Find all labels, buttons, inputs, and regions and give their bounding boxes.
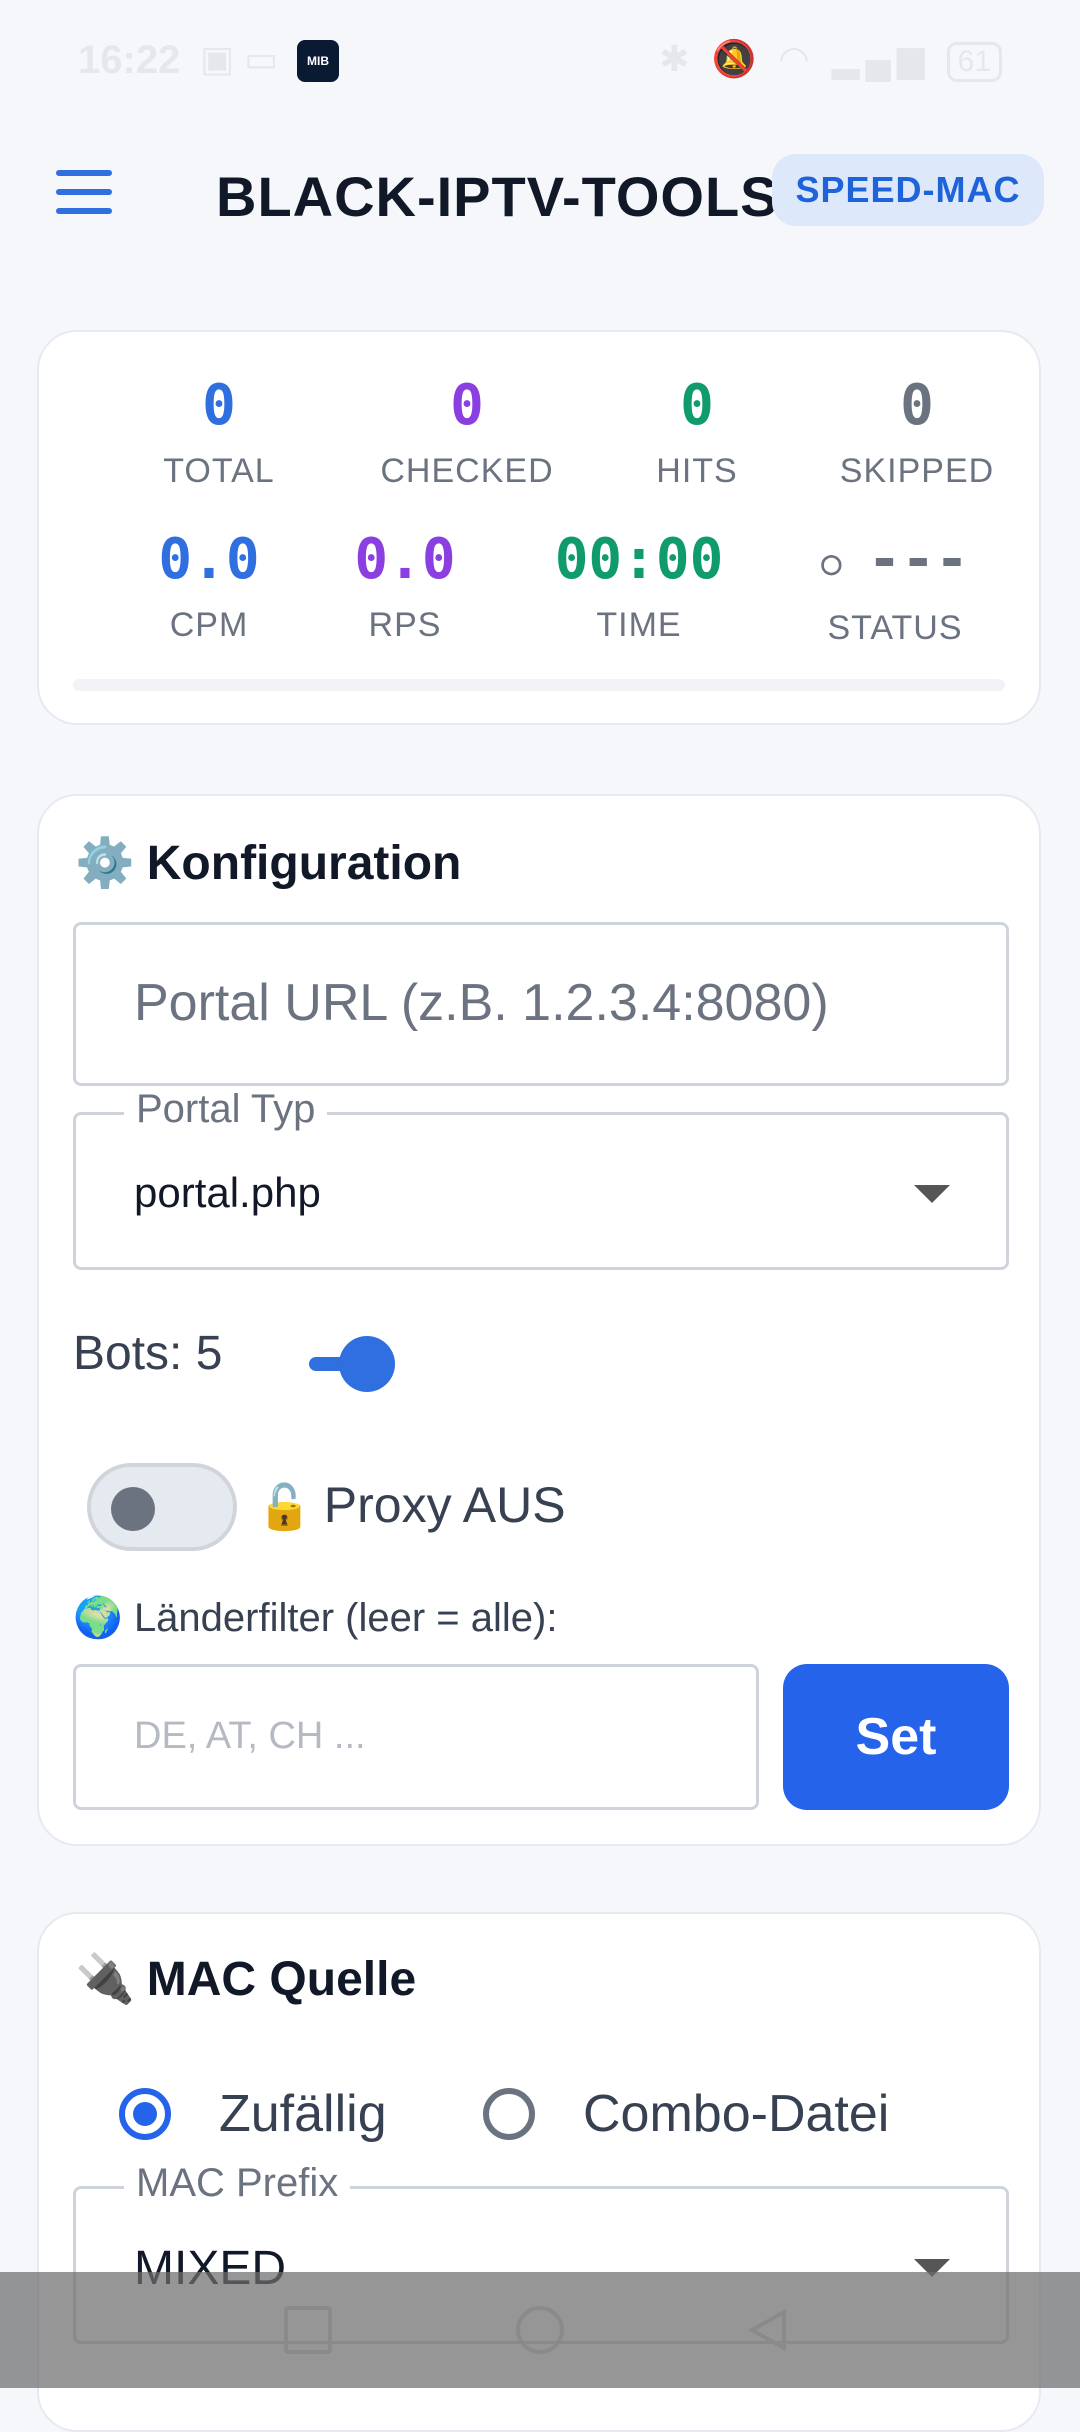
stat-time-label: TIME (596, 606, 682, 644)
stat-time: 00:00 TIME (529, 528, 749, 645)
chevron-down-icon (914, 1185, 950, 1203)
radio-random-label: Zufällig (219, 2085, 387, 2143)
stat-status: ○ --- STATUS (765, 528, 1025, 648)
status-bar: 16:22 ▣ ▭ MIB ✱ 🔕 ◠ ▂▄▆ 61 (0, 0, 1080, 120)
portal-type-label: Portal Typ (124, 1087, 328, 1132)
status-indicator-icon: ○ (821, 542, 842, 583)
gear-icon: ⚙️ (75, 837, 135, 890)
bluetooth-icon: ✱ (659, 38, 696, 79)
globe-icon: 🌍 (73, 1596, 123, 1640)
app-icon: MIB (297, 40, 339, 82)
portal-url-input[interactable]: Portal URL (z.B. 1.2.3.4:8080) (73, 922, 1009, 1086)
config-title-text: Konfiguration (146, 837, 462, 890)
stat-rps-label: RPS (368, 606, 442, 644)
toggle-knob (111, 1487, 155, 1531)
stat-total-label: TOTAL (163, 452, 275, 490)
stat-time-value: 00:00 (554, 527, 724, 592)
status-icons: ✱ 🔕 ◠ ▂▄▆ 61 (659, 38, 1002, 82)
mute-icon: 🔕 (711, 38, 763, 79)
progress-bar (73, 679, 1005, 691)
menu-icon[interactable] (56, 170, 112, 218)
system-nav-bar (0, 2272, 1080, 2388)
stat-skipped-label: SKIPPED (839, 452, 995, 490)
stat-rps: 0.0 RPS (295, 528, 515, 645)
stat-cpm-label: CPM (169, 606, 249, 644)
nfc-icon: ▣ ▭ (200, 38, 279, 79)
radio-combo-circle[interactable] (483, 2088, 535, 2140)
bots-slider[interactable] (309, 1336, 397, 1392)
stats-card: 0 TOTAL 0 CHECKED 0 HITS 0 SKIPPED 0.0 C… (37, 330, 1041, 725)
stat-total: 0 TOTAL (109, 374, 329, 491)
stat-status-value: ○ --- (765, 528, 1025, 595)
proxy-label: 🔓 Proxy AUS (257, 1476, 566, 1534)
stat-skipped: 0 SKIPPED (807, 374, 1027, 491)
battery-icon: 61 (946, 42, 1002, 82)
signal-icon: ▂▄▆ (831, 38, 931, 79)
bots-label: Bots: 5 (73, 1327, 223, 1380)
country-filter-placeholder: DE, AT, CH ... (134, 1715, 366, 1757)
portal-url-placeholder: Portal URL (z.B. 1.2.3.4:8080) (134, 974, 829, 1032)
portal-type-value: portal.php (134, 1169, 321, 1216)
stat-status-label: STATUS (827, 608, 963, 647)
app-bar: BLACK-IPTV-TOOLS SPEED-MAC (0, 140, 1080, 260)
slider-thumb[interactable] (339, 1336, 395, 1392)
radio-random-circle[interactable] (119, 2088, 171, 2140)
stat-skipped-value: 0 (900, 373, 934, 438)
stat-checked: 0 CHECKED (357, 374, 577, 491)
radio-combo-file[interactable]: Combo-Datei (483, 2084, 943, 2144)
stat-total-value: 0 (202, 373, 236, 438)
back-icon[interactable] (744, 2306, 792, 2354)
recents-icon[interactable] (284, 2306, 332, 2354)
mac-source-title: 🔌 MAC Quelle (75, 1950, 416, 2007)
plug-icon: 🔌 (75, 1953, 135, 2006)
portal-type-select[interactable]: Portal Typ portal.php (73, 1087, 1009, 1270)
stat-hits-value: 0 (680, 373, 714, 438)
proxy-label-text: Proxy AUS (323, 1477, 566, 1533)
home-icon[interactable] (516, 2306, 564, 2354)
mac-prefix-label: MAC Prefix (124, 2161, 351, 2206)
unlock-icon: 🔓 (257, 1483, 312, 1532)
mode-badge[interactable]: SPEED-MAC (772, 154, 1044, 226)
stat-cpm: 0.0 CPM (99, 528, 319, 645)
country-filter-label: 🌍 Länderfilter (leer = alle): (73, 1594, 557, 1641)
radio-random[interactable]: Zufällig (119, 2084, 419, 2144)
wifi-icon: ◠ (778, 38, 816, 79)
proxy-toggle[interactable] (87, 1463, 237, 1551)
config-card: ⚙️ Konfiguration Portal URL (z.B. 1.2.3.4… (37, 794, 1041, 1846)
country-filter-input[interactable]: DE, AT, CH ... (73, 1664, 759, 1810)
stat-hits: 0 HITS (587, 374, 807, 491)
country-filter-label-text: Länderfilter (leer = alle): (133, 1596, 558, 1640)
radio-combo-label: Combo-Datei (583, 2085, 890, 2143)
set-button[interactable]: Set (783, 1664, 1009, 1810)
stat-hits-label: HITS (656, 452, 738, 490)
config-title: ⚙️ Konfiguration (75, 834, 461, 891)
stat-checked-value: 0 (450, 373, 484, 438)
mac-source-title-text: MAC Quelle (146, 1953, 417, 2006)
stat-checked-label: CHECKED (380, 452, 554, 490)
page-title: BLACK-IPTV-TOOLS (216, 165, 779, 228)
status-time: 16:22 (78, 38, 181, 82)
stat-status-text: --- (867, 527, 969, 592)
stat-cpm-value: 0.0 (158, 527, 260, 592)
stat-rps-value: 0.0 (354, 527, 456, 592)
